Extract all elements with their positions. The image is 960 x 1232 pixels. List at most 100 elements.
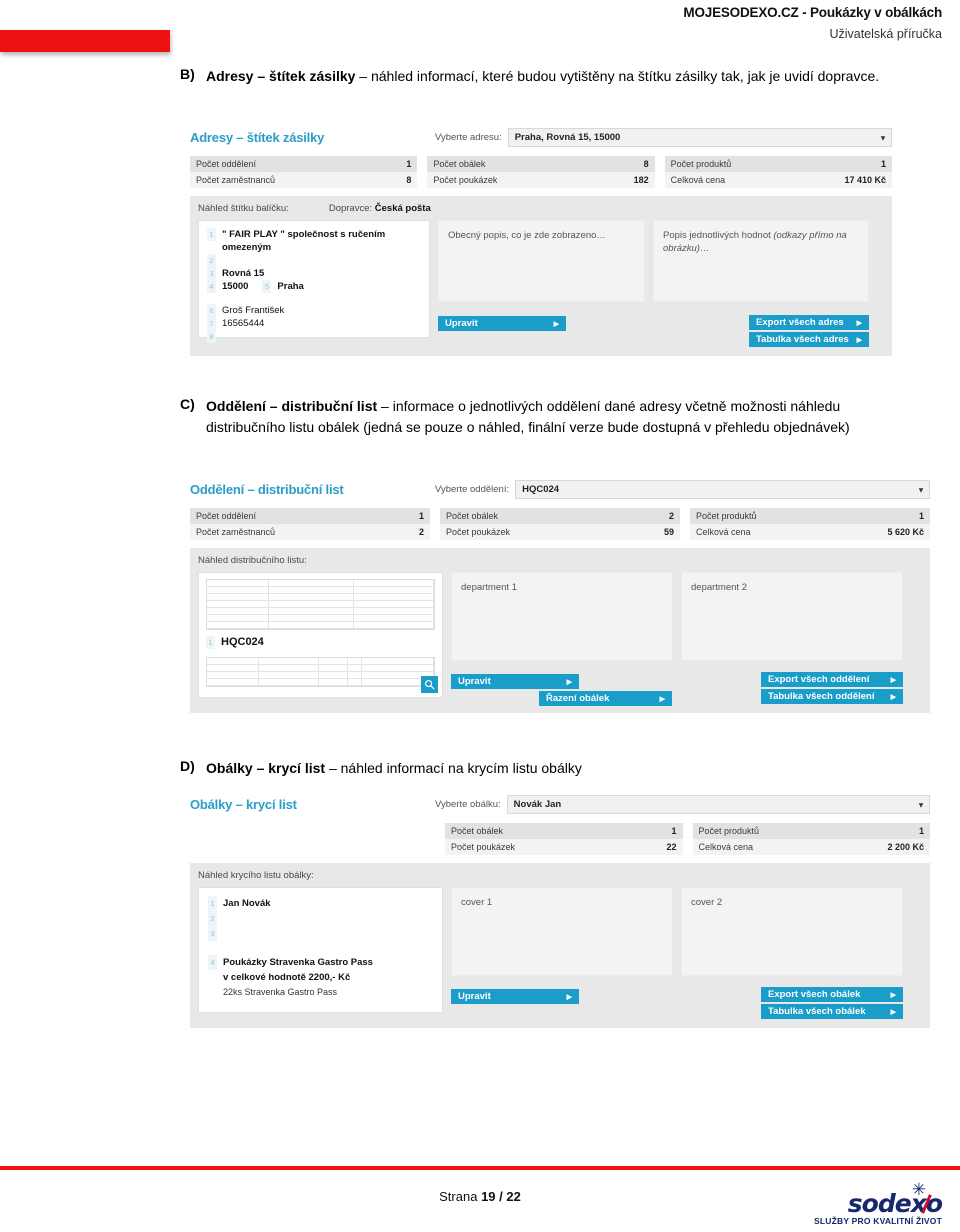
sodexo-logo: sodexo ✳ SLUŽBY PRO KVALITNÍ ŽIVOT <box>814 1182 943 1227</box>
export-all-envelopes-button[interactable]: Export všech obálek ▶ <box>761 987 903 1002</box>
general-description-note: Obecný popis, co je zde zobrazeno… <box>438 220 645 302</box>
list-item-d-rest: – náhled informací na krycím listu obálk… <box>325 760 582 776</box>
label-line-spacer <box>207 293 421 304</box>
stat-row: Počet poukázek 182 <box>427 172 655 188</box>
stat-row: Celková cena 2 200 Kč <box>692 839 930 855</box>
list-item-text-b: Adresy – štítek zásilky – náhled informa… <box>206 66 879 87</box>
stats-strip-c: Počet oddělení 1 Počet zaměstnanců 2 Poč… <box>190 508 930 540</box>
edit-button-d[interactable]: Upravit ▶ <box>451 989 579 1004</box>
table-all-departments-button[interactable]: Tabulka všech oddělení ▶ <box>761 689 903 704</box>
list-item-d-bold: Obálky – krycí list <box>206 760 326 776</box>
stat-label: Počet produktů <box>698 826 760 836</box>
cover2-note: cover 2 <box>681 887 903 976</box>
stat-label: Počet oddělení <box>196 511 257 521</box>
arrow-right-icon: ▶ <box>890 676 896 684</box>
department-selector[interactable]: Vyberte oddělení: HQC024 ▾ <box>435 480 930 499</box>
list-item-text-c: Oddělení – distribuční list – informace … <box>206 396 910 438</box>
preview-mid-col-c: department 1 Upravit ▶ <box>451 572 673 704</box>
table-all-addresses-button[interactable]: Tabulka všech adres ▶ <box>749 332 869 347</box>
line-text: Poukázky Stravenka Gastro Pass <box>223 957 373 968</box>
arrow-right-icon: ▶ <box>890 1008 896 1016</box>
export-button-label: Export všech oddělení <box>768 674 870 685</box>
doc-thumb-row <box>207 658 434 665</box>
line-number: 7 <box>207 317 216 330</box>
stat-row: Počet oddělení 1 <box>190 508 430 524</box>
label-line: 3 Rovná 15 <box>207 267 421 280</box>
table-button-label: Tabulka všech adres <box>756 334 849 345</box>
label-line: 2 <box>207 254 421 267</box>
stat-label: Počet oddělení <box>196 159 257 169</box>
stat-value: 1 <box>406 159 412 169</box>
preview-columns-b: 1 " FAIR PLAY " společnost s ručením ome… <box>198 220 884 347</box>
list-item-b-bold: Adresy – štítek zásilky <box>206 68 356 84</box>
department1-note: department 1 <box>451 572 673 661</box>
search-icon[interactable] <box>421 676 438 693</box>
stat-label: Počet zaměstnanců <box>196 527 276 537</box>
arrow-right-icon: ▶ <box>856 336 862 344</box>
table-all-envelopes-button[interactable]: Tabulka všech obálek ▶ <box>761 1004 903 1019</box>
stat-value: 2 200 Kč <box>887 842 924 852</box>
label-line: 8 <box>207 330 421 343</box>
cover-line: 1 Jan Novák <box>208 896 433 911</box>
line-number: 6 <box>207 304 216 317</box>
envelope-select-box[interactable]: Novák Jan ▾ <box>506 795 930 814</box>
preview-panel-d: Náhled krycího listu obálky: 1 Jan Novák… <box>190 863 930 1028</box>
line-number: 2 <box>208 911 217 926</box>
app-title-c: Oddělení – distribuční list <box>190 482 344 497</box>
sort-button-label: Řazení obálek <box>546 693 610 704</box>
preview-label-d: Náhled krycího listu obálky: <box>198 870 314 881</box>
edit-button-b[interactable]: Upravit ▶ <box>438 316 566 331</box>
stat-label: Počet produktů <box>670 159 732 169</box>
sodexo-wordmark: sodexo ✳ <box>848 1182 943 1217</box>
line-text: v celkové hodnotě 2200,- Kč <box>223 972 351 983</box>
envelope-select-value: Novák Jan <box>513 799 562 810</box>
line-text: 16565444 <box>222 318 265 329</box>
distribution-doc-thumbnail: 1 HQC024 <box>199 573 442 698</box>
department-select-box[interactable]: HQC024 ▾ <box>515 480 930 499</box>
stat-value: 22 <box>666 842 677 852</box>
distribution-list-preview[interactable]: 1 HQC024 <box>198 572 443 698</box>
preview-columns-d: 1 Jan Novák 2 3 4 Poukázky Stravenka Gas… <box>198 887 922 1019</box>
edit-button-c[interactable]: Upravit ▶ <box>451 674 579 689</box>
sort-envelopes-button[interactable]: Řazení obálek ▶ <box>539 691 672 706</box>
address-selector[interactable]: Vyberte adresu: Praha, Rovná 15, 15000 ▾ <box>435 128 892 147</box>
line-number: 1 <box>206 636 215 649</box>
stat-row: Počet produktů 1 <box>690 508 930 524</box>
doc-thumb-row <box>207 594 435 601</box>
stat-row: Počet oddělení 1 <box>190 156 418 172</box>
export-all-departments-button[interactable]: Export všech oddělení ▶ <box>761 672 903 687</box>
line-text: 22ks Stravenka Gastro Pass <box>223 987 338 997</box>
stat-col: Počet oddělení 1 Počet zaměstnanců 2 <box>190 508 430 540</box>
arrow-right-icon: ▶ <box>566 678 572 686</box>
line-text: Jan Novák <box>223 898 271 909</box>
stat-row: Počet obálek 2 <box>440 508 680 524</box>
chevron-down-icon[interactable]: ▾ <box>881 133 885 142</box>
list-item-letter-b: B) <box>180 66 195 82</box>
preview-panel-head-c: Náhled distribučního listu: <box>198 555 922 566</box>
export-all-addresses-button[interactable]: Export všech adres ▶ <box>749 315 869 330</box>
doc-thumb-row <box>207 615 435 622</box>
stat-row: Počet poukázek 22 <box>445 839 683 855</box>
preview-label-b: Náhled štítku balíčku: <box>198 203 289 214</box>
stat-label: Počet produktů <box>696 511 757 521</box>
list-item-d: D) Obálky – krycí list – náhled informac… <box>180 758 900 779</box>
screenshot-obalky-kryci: Obálky – krycí list Vyberte obálku: Nová… <box>190 795 930 1028</box>
chevron-down-icon[interactable]: ▾ <box>919 800 923 809</box>
list-item-letter-c: C) <box>180 396 195 412</box>
address-select-box[interactable]: Praha, Rovná 15, 15000 ▾ <box>507 128 892 147</box>
envelope-selector[interactable]: Vyberte obálku: Novák Jan ▾ <box>435 795 930 814</box>
stat-value: 2 <box>418 527 424 537</box>
document-page: MOJESODEXO.CZ - Poukázky v obálkách Uživ… <box>0 0 960 1232</box>
stat-label: Celková cena <box>696 527 751 537</box>
line-number: 1 <box>208 896 217 911</box>
stat-col: Počet obálek 8 Počet poukázek 182 <box>427 156 655 188</box>
arrow-right-icon: ▶ <box>856 319 862 327</box>
preview-panel-b: Náhled štítku balíčku: Dopravce: Česká p… <box>190 196 892 356</box>
table-button-label: Tabulka všech obálek <box>768 1006 866 1017</box>
list-item-c-bold: Oddělení – distribuční list <box>206 398 378 414</box>
stat-value: 2 <box>668 511 674 521</box>
list-item-text-d: Obálky – krycí list – náhled informací n… <box>206 758 582 779</box>
cover-line: 22ks Stravenka Gastro Pass <box>208 985 433 1000</box>
label-line: 1 " FAIR PLAY " společnost s ručením ome… <box>207 228 421 254</box>
chevron-down-icon[interactable]: ▾ <box>919 485 923 494</box>
